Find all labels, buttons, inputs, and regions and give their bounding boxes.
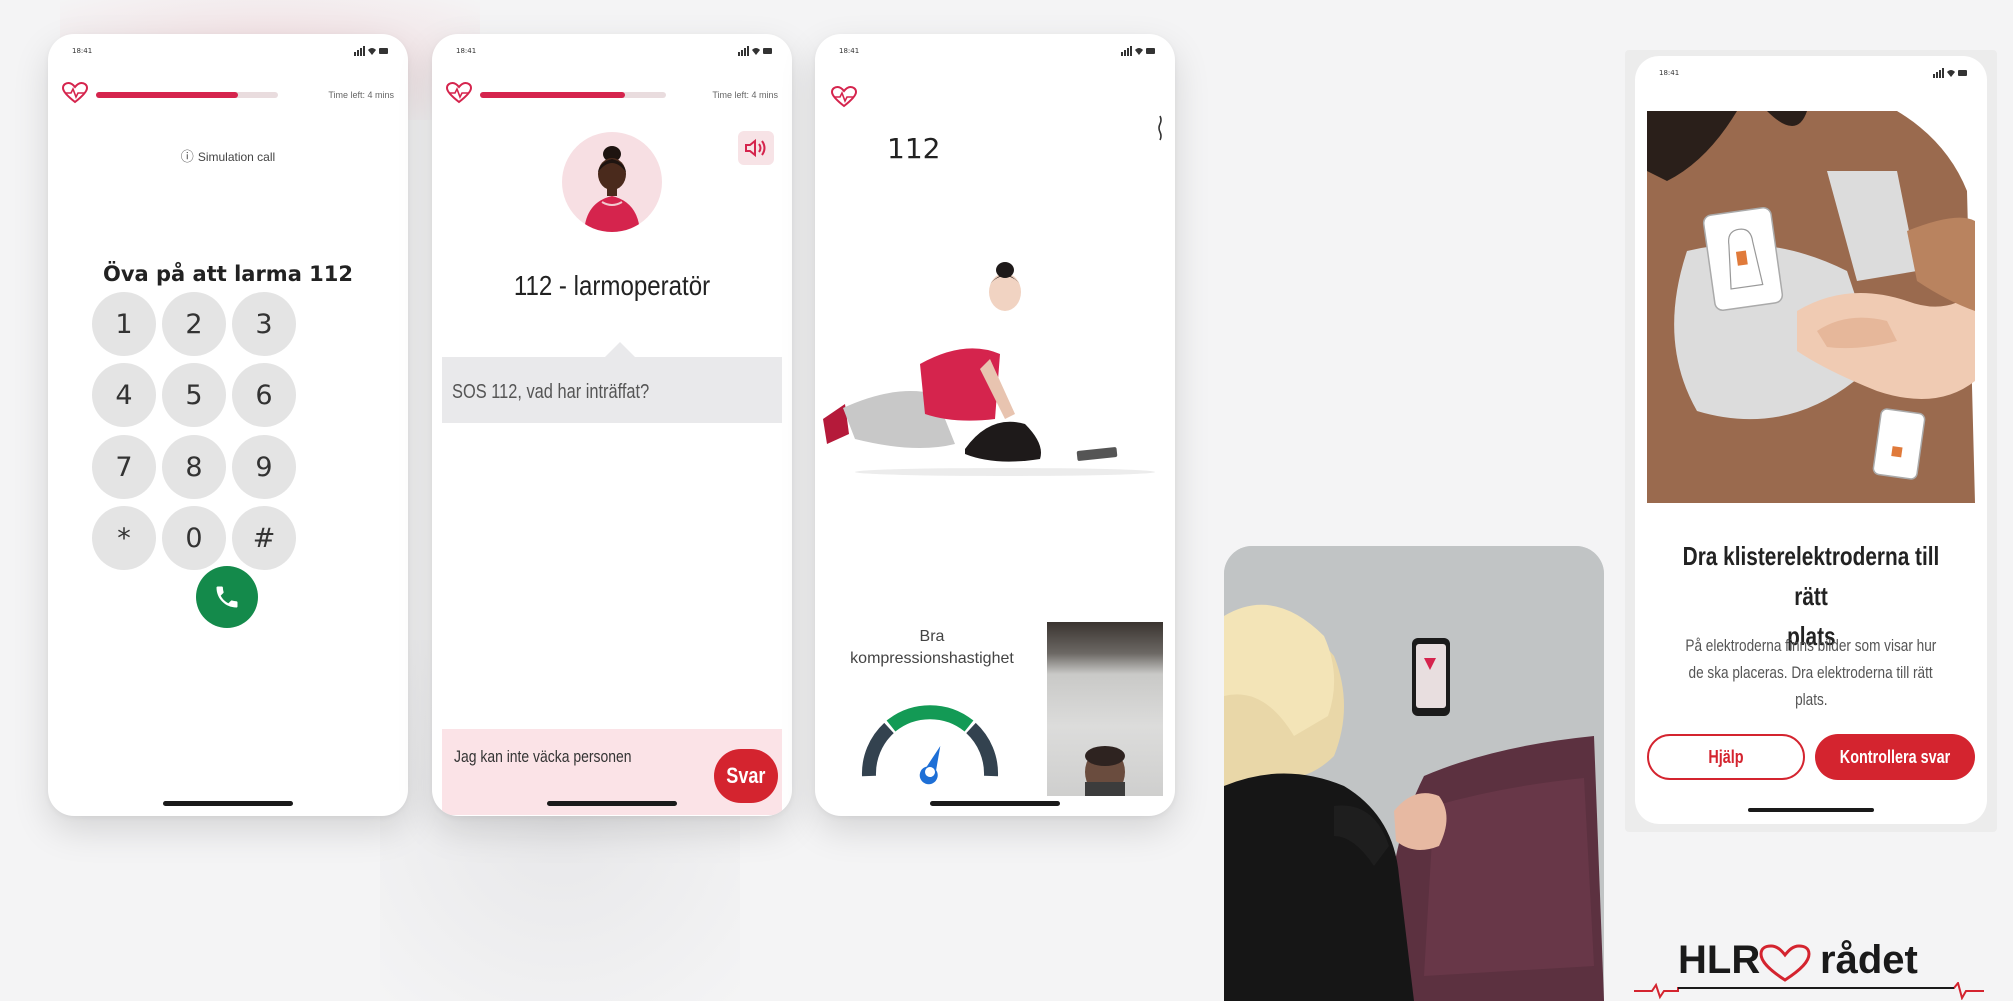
page-title: Öva på att larma 112 <box>102 262 354 286</box>
phone-aed-frame: 18:41 Dra klisterelektroderna till rätt <box>1625 50 1997 832</box>
answer-button-label: Svar <box>726 763 766 788</box>
phone-aed-screen: 18:41 Dra klisterelektroderna till rätt <box>1635 56 1987 824</box>
time-progress-bar <box>96 92 278 98</box>
more-vertical-icon[interactable] <box>1157 114 1163 144</box>
heart-ecg-logo-icon <box>1759 944 1811 982</box>
reply-text: Jag kan inte väcka personen <box>454 747 632 766</box>
phone-cpr-feedback: 18:41 112 Bra kompressionshastighet <box>815 34 1175 816</box>
simulation-note-text: Simulation call <box>197 150 276 164</box>
time-progress-fill <box>480 92 626 98</box>
status-icons <box>1933 68 1967 78</box>
instruction-description-line2: de ska placeras. Dra elektroderna till r… <box>1688 663 1934 682</box>
phone-operator-chat: 18:41 Time left: 4 mins 112 - larmoperat… <box>432 34 792 816</box>
keypad-key[interactable]: 0 <box>162 506 226 570</box>
keypad-key[interactable]: 8 <box>162 435 226 499</box>
help-button[interactable]: Hjälp <box>1647 734 1805 780</box>
home-indicator <box>163 801 293 806</box>
brand-text-left: HLR <box>1678 938 1761 982</box>
operator-avatar <box>562 132 662 232</box>
instruction-description: På elektroderna finns bilder som visar h… <box>1639 632 1983 713</box>
bubble-pointer <box>604 342 636 358</box>
keypad-key[interactable]: # <box>232 506 296 570</box>
time-progress-fill <box>96 92 238 98</box>
brand-text-right: rådet <box>1820 938 1918 982</box>
check-answer-button[interactable]: Kontrollera svar <box>1815 734 1975 780</box>
hlr-radet-logo: HLR rådet <box>1634 938 1984 1001</box>
compression-speed-line1: Bra <box>919 628 945 645</box>
ecg-line <box>1634 982 1984 1000</box>
compression-speed-line2: kompressionshastighet <box>850 650 1014 667</box>
help-button-label: Hjälp <box>1708 746 1744 767</box>
phone-icon <box>216 586 238 608</box>
status-time: 18:41 <box>1659 69 1680 77</box>
status-time: 18:41 <box>72 47 93 55</box>
operator-message-bubble: SOS 112, vad har inträffat? <box>442 357 782 423</box>
time-left-label: Time left: 4 mins <box>328 90 394 100</box>
instruction-description-line3: plats. <box>1794 690 1828 709</box>
home-indicator <box>930 801 1060 806</box>
home-indicator <box>547 801 677 806</box>
aed-electrode-illustration <box>1647 111 1975 503</box>
keypad-key[interactable]: * <box>92 506 156 570</box>
status-icons <box>738 46 772 56</box>
operator-message-text: SOS 112, vad har inträffat? <box>452 381 650 403</box>
self-view-video <box>1085 746 1125 796</box>
cpr-illustration <box>823 262 1155 476</box>
keypad-key[interactable]: 4 <box>92 363 156 427</box>
call-button[interactable] <box>196 566 258 628</box>
instruction-description-line1: På elektroderna finns bilder som visar h… <box>1685 636 1937 655</box>
time-left-label: Time left: 4 mins <box>712 90 778 100</box>
speaker-button[interactable] <box>738 131 774 165</box>
instruction-title-line1: Dra klisterelektroderna till rätt <box>1682 541 1940 611</box>
compression-speed-label: Bra kompressionshastighet <box>833 626 1031 670</box>
speedometer-icon <box>861 705 999 785</box>
heart-logo-icon[interactable] <box>831 86 857 108</box>
keypad-key[interactable]: 3 <box>232 292 296 356</box>
check-answer-button-label: Kontrollera svar <box>1839 746 1951 767</box>
keypad-key[interactable]: 5 <box>162 363 226 427</box>
training-photo <box>1224 546 1604 1001</box>
keypad-key[interactable]: 1 <box>92 292 156 356</box>
heart-logo-icon[interactable] <box>62 82 88 104</box>
status-time: 18:41 <box>456 47 477 55</box>
simulation-note: ⓘ Simulation call <box>48 146 408 165</box>
speaker-icon <box>745 138 766 158</box>
gauge-needle <box>919 745 941 785</box>
keypad-key[interactable]: 2 <box>162 292 226 356</box>
call-number: 112 <box>887 132 941 165</box>
person-practicing-cpr-photo <box>1224 546 1604 1001</box>
status-icons <box>354 46 388 56</box>
keypad-key[interactable]: 9 <box>232 435 296 499</box>
time-progress-bar <box>480 92 666 98</box>
info-icon: ⓘ <box>180 149 194 164</box>
video-call-tile[interactable] <box>1047 622 1163 796</box>
operator-avatar-icon <box>584 146 640 232</box>
phone-dialer: 18:41 Time left: 4 mins ⓘ Simulation call… <box>48 34 408 816</box>
status-icons <box>1121 46 1155 56</box>
operator-title: 112 - larmoperatör <box>513 270 711 301</box>
keypad-key[interactable]: 7 <box>92 435 156 499</box>
status-time: 18:41 <box>839 47 860 55</box>
keypad-key[interactable]: 6 <box>232 363 296 427</box>
home-indicator <box>1748 808 1874 812</box>
answer-button[interactable]: Svar <box>714 749 778 803</box>
heart-logo-icon[interactable] <box>446 82 472 104</box>
